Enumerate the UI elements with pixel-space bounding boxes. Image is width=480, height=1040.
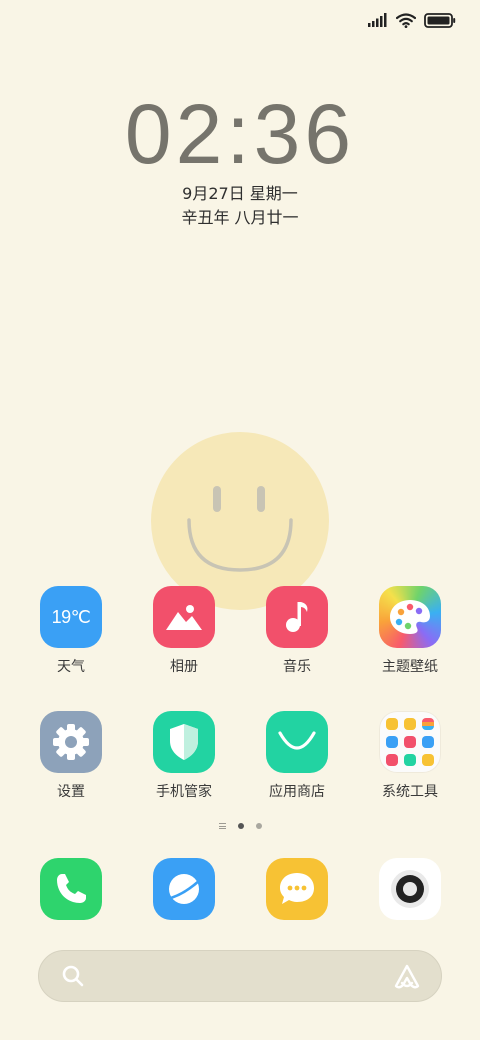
security-shield-icon — [153, 711, 215, 773]
page-dot-2[interactable] — [255, 823, 262, 829]
page-indicator[interactable] — [0, 823, 480, 829]
signal-icon — [368, 13, 387, 27]
smiley-face-wallpaper — [151, 432, 329, 610]
battery-icon — [424, 12, 456, 28]
app-label: 音乐 — [283, 659, 311, 675]
dock-camera-app[interactable] — [379, 858, 441, 920]
camera-icon — [391, 870, 429, 908]
lunar-date-text: 辛丑年 八月廿一 — [181, 208, 299, 227]
dock-browser-app[interactable] — [153, 858, 215, 920]
lockscreen-clock: 02:36 — [124, 87, 356, 181]
app-label: 系统工具 — [382, 784, 438, 800]
search-bar[interactable] — [38, 950, 442, 1002]
app-label: 主题壁纸 — [382, 659, 438, 675]
music-icon — [266, 586, 328, 648]
phone-icon — [57, 874, 86, 903]
search-icon[interactable] — [61, 964, 85, 988]
settings-gear-icon — [40, 711, 102, 773]
wifi-icon — [396, 12, 416, 28]
browser-icon — [165, 874, 203, 904]
app-music[interactable]: 音乐 — [247, 586, 347, 676]
app-label: 手机管家 — [156, 784, 212, 800]
app-gallery[interactable]: 相册 — [134, 586, 234, 676]
app-system-tools-folder[interactable]: 系统工具 — [360, 711, 460, 801]
dock-messages-app[interactable] — [266, 858, 328, 920]
gallery-icon — [153, 586, 215, 648]
app-settings[interactable]: 设置 — [21, 711, 121, 801]
page-dot-1[interactable] — [237, 823, 244, 829]
system-tools-folder-icon — [379, 711, 441, 773]
app-store-icon — [266, 711, 328, 773]
page-list-icon[interactable] — [218, 823, 226, 829]
weather-icon: 19℃ — [40, 586, 102, 648]
app-label: 天气 — [57, 659, 85, 675]
status-bar — [368, 10, 456, 30]
app-label: 应用商店 — [269, 784, 325, 800]
app-weather[interactable]: 19℃ 天气 — [21, 586, 121, 676]
dock-phone-app[interactable] — [40, 858, 102, 920]
app-phone-manager[interactable]: 手机管家 — [134, 711, 234, 801]
assistant-icon[interactable] — [393, 963, 421, 991]
messages-icon — [280, 873, 314, 904]
themes-palette-icon — [379, 586, 441, 648]
app-store[interactable]: 应用商店 — [247, 711, 347, 801]
weather-temperature: 19℃ — [51, 606, 91, 627]
date-text: 9月27日 星期一 — [182, 184, 298, 203]
app-label: 相册 — [170, 659, 198, 675]
app-themes[interactable]: 主题壁纸 — [360, 586, 460, 676]
app-label: 设置 — [57, 784, 85, 800]
